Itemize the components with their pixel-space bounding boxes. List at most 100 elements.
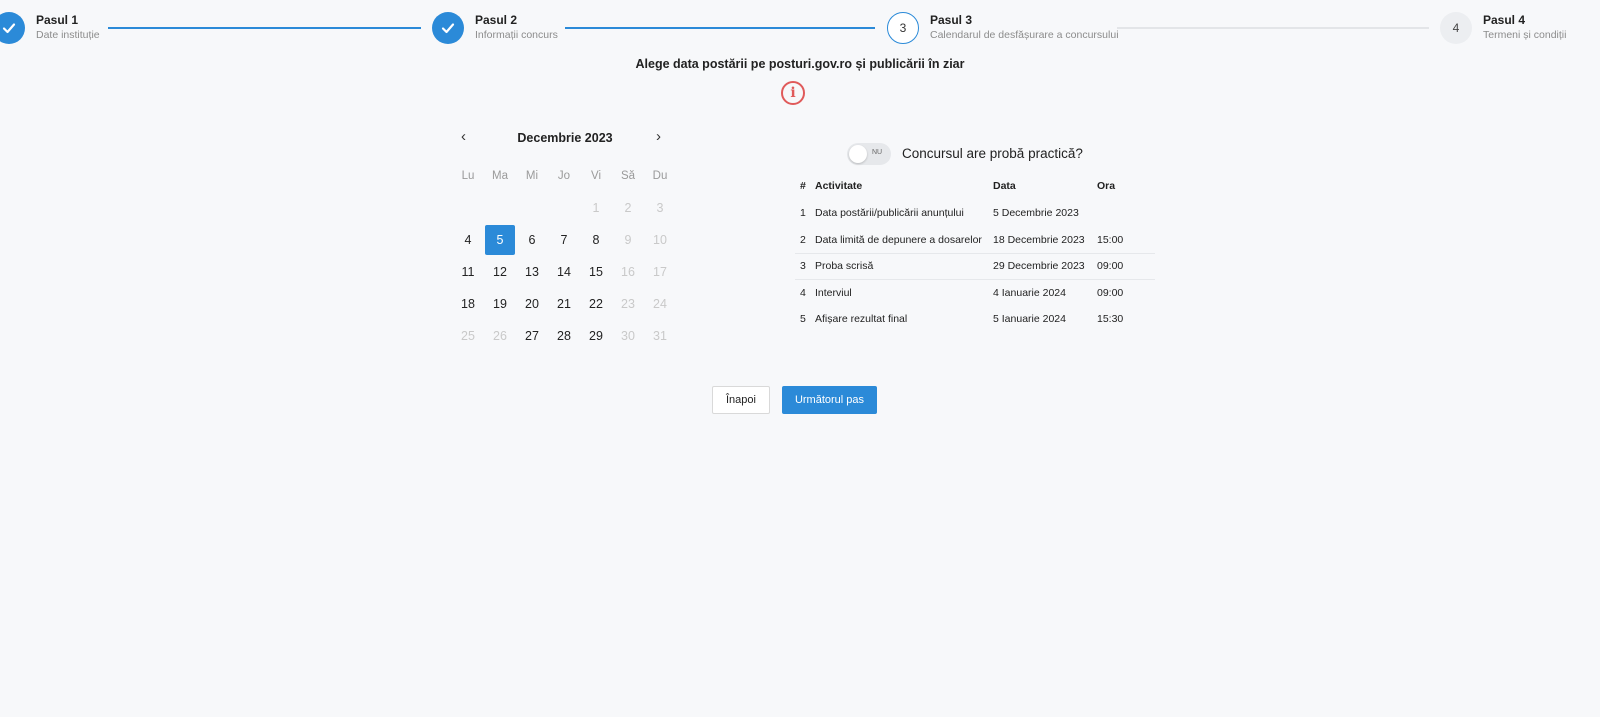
calendar-day[interactable]: 28 bbox=[548, 320, 580, 352]
calendar-day: 17 bbox=[644, 256, 676, 288]
stepper: Pasul 1 Date instituție Pasul 2 Informaț… bbox=[0, 0, 1600, 56]
calendar-day-label: 18 bbox=[461, 297, 475, 311]
calendar-day-label: 4 bbox=[464, 233, 472, 247]
calendar-day[interactable]: 22 bbox=[580, 288, 612, 320]
calendar-day-selected[interactable]: 5 bbox=[484, 224, 516, 256]
calendar-day-label: 21 bbox=[557, 297, 571, 311]
weekday-header: Du bbox=[652, 170, 668, 182]
step-3[interactable]: 3 Pasul 3 Calendarul de desfășurare a co… bbox=[887, 12, 1119, 44]
calendar-day-label: 9 bbox=[624, 233, 632, 247]
calendar-day-label: 29 bbox=[589, 329, 603, 343]
step-connector-1 bbox=[108, 27, 421, 29]
table-header-index: # bbox=[800, 180, 806, 192]
table-cell: Afișare rezultat final bbox=[815, 313, 908, 326]
prev-month-icon[interactable]: ‹ bbox=[461, 128, 466, 145]
table-cell: Interviul bbox=[815, 279, 993, 306]
check-icon bbox=[0, 12, 25, 44]
calendar-day: 1 bbox=[580, 192, 612, 224]
table-row: 4 Interviul 4 Ianuarie 2024 09:00 bbox=[795, 279, 1155, 306]
calendar-day: 31 bbox=[644, 320, 676, 352]
step-3-subtitle: Calendarul de desfășurare a concursului bbox=[930, 29, 1119, 41]
table-cell: 5 Decembrie 2023 bbox=[993, 207, 1079, 220]
weekday-header: Vi bbox=[590, 170, 602, 182]
table-row: 3 Proba scrisă 29 Decembrie 2023 09:00 bbox=[795, 252, 1155, 280]
step-4[interactable]: 4 Pasul 4 Termeni și condiții bbox=[1440, 12, 1566, 44]
next-month-icon[interactable]: › bbox=[656, 128, 661, 145]
calendar-day[interactable]: 12 bbox=[484, 256, 516, 288]
weekday-header: Să bbox=[620, 170, 636, 182]
calendar-day[interactable]: 15 bbox=[580, 256, 612, 288]
table-cell: 3 bbox=[795, 252, 815, 280]
practical-exam-question: Concursul are probă practică? bbox=[902, 146, 1083, 161]
calendar-day[interactable]: 29 bbox=[580, 320, 612, 352]
calendar-day[interactable]: 14 bbox=[548, 256, 580, 288]
calendar-grid: Lu Ma Mi Jo Vi Să Du 1 2 3 4 5 6 7 8 9 10 11 12 13 14 15 16 17 1… bbox=[452, 160, 676, 352]
step-1-subtitle: Date instituție bbox=[36, 29, 100, 41]
step-3-number: 3 bbox=[887, 12, 919, 44]
calendar-day-label: 12 bbox=[493, 265, 507, 279]
calendar-day-label: 17 bbox=[653, 265, 667, 279]
step-3-title: Pasul 3 bbox=[930, 13, 973, 27]
calendar-day: 16 bbox=[612, 256, 644, 288]
next-step-button[interactable]: Următorul pas bbox=[782, 386, 877, 414]
step-4-subtitle: Termeni și condiții bbox=[1483, 29, 1567, 41]
calendar-day-label: 10 bbox=[653, 233, 667, 247]
check-icon bbox=[432, 12, 464, 44]
calendar-day[interactable]: 11 bbox=[452, 256, 484, 288]
table-header-row: # Activitate Data Ora bbox=[795, 172, 1155, 200]
calendar-day[interactable]: 20 bbox=[516, 288, 548, 320]
table-cell: 4 Ianuarie 2024 bbox=[993, 279, 1097, 306]
calendar-day[interactable]: 19 bbox=[484, 288, 516, 320]
calendar-day-label: 3 bbox=[656, 201, 664, 215]
step-2-title: Pasul 2 bbox=[475, 13, 518, 27]
calendar-day-label: 8 bbox=[592, 233, 600, 247]
calendar-day-label: 2 bbox=[624, 201, 632, 215]
calendar-day: 26 bbox=[484, 320, 516, 352]
step-2[interactable]: Pasul 2 Informații concurs bbox=[432, 12, 558, 44]
calendar-day[interactable]: 4 bbox=[452, 224, 484, 256]
calendar-day-label: 26 bbox=[493, 329, 507, 343]
calendar-day-label: 24 bbox=[653, 297, 667, 311]
weekday-header: Jo bbox=[557, 170, 571, 182]
toggle-knob bbox=[849, 145, 867, 163]
calendar-day: 10 bbox=[644, 224, 676, 256]
table-cell: 29 Decembrie 2023 bbox=[993, 252, 1097, 280]
calendar-month-label: Decembrie 2023 bbox=[517, 131, 613, 145]
calendar-day-label: 5 bbox=[485, 225, 515, 255]
calendar-day[interactable]: 18 bbox=[452, 288, 484, 320]
calendar-day-label: 23 bbox=[621, 297, 635, 311]
calendar-day[interactable]: 8 bbox=[580, 224, 612, 256]
calendar-day-label: 27 bbox=[525, 329, 539, 343]
calendar-day-label: 20 bbox=[525, 297, 539, 311]
calendar-empty-cell bbox=[548, 192, 580, 224]
calendar-day: 25 bbox=[452, 320, 484, 352]
calendar-day-label: 1 bbox=[592, 201, 600, 215]
table-row: 5 Afișare rezultat final 5 Ianuarie 2024… bbox=[795, 306, 1155, 333]
weekday-header: Mi bbox=[525, 170, 539, 182]
table-cell: Data limită de depunere a dosarelor bbox=[815, 233, 982, 246]
calendar-day: 30 bbox=[612, 320, 644, 352]
calendar-day: 24 bbox=[644, 288, 676, 320]
calendar-day-label: 22 bbox=[589, 297, 603, 311]
calendar-day-label: 11 bbox=[461, 265, 475, 279]
calendar-day[interactable]: 7 bbox=[548, 224, 580, 256]
calendar-day[interactable]: 13 bbox=[516, 256, 548, 288]
calendar-day-label: 14 bbox=[557, 265, 571, 279]
calendar-empty-cell bbox=[484, 192, 516, 224]
step-1[interactable]: Pasul 1 Date instituție bbox=[0, 12, 100, 44]
calendar-day[interactable]: 6 bbox=[516, 224, 548, 256]
practical-exam-toggle[interactable]: NU bbox=[847, 143, 891, 165]
calendar-day[interactable]: 21 bbox=[548, 288, 580, 320]
toggle-state-label: NU bbox=[872, 149, 883, 156]
step-4-title: Pasul 4 bbox=[1483, 13, 1526, 27]
step-connector-2 bbox=[565, 27, 875, 29]
calendar-day-label: 15 bbox=[589, 265, 603, 279]
calendar-empty-cell bbox=[452, 192, 484, 224]
table-cell: Proba scrisă bbox=[815, 252, 993, 280]
table-cell: Data postării/publicării anunțului bbox=[815, 207, 964, 220]
info-icon[interactable]: i bbox=[781, 81, 805, 105]
calendar-day[interactable]: 27 bbox=[516, 320, 548, 352]
back-button[interactable]: Înapoi bbox=[712, 386, 770, 414]
step-4-number: 4 bbox=[1440, 12, 1472, 44]
calendar-day-label: 7 bbox=[560, 233, 568, 247]
